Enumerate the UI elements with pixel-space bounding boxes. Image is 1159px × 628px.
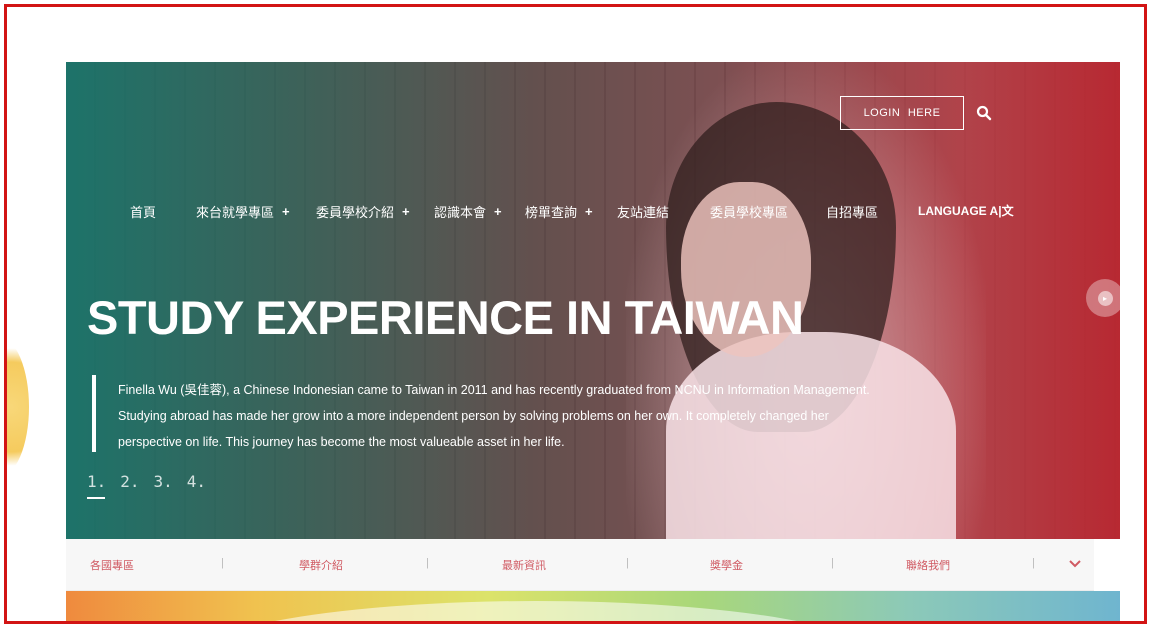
quote-bar	[92, 375, 96, 452]
slide-dot-4[interactable]: 4.	[187, 472, 206, 491]
login-button-label: LOGIN HERE	[863, 107, 941, 119]
slider-next-button[interactable]: ▸	[1086, 279, 1120, 317]
plus-icon: +	[585, 204, 593, 219]
slide-dot-1[interactable]: 1.	[87, 472, 106, 499]
quick-links-bar: 各國專區 | 學群介紹 | 最新資訊 | 獎學金 | 聯絡我們 |	[66, 539, 1094, 591]
quick-link-contact[interactable]: 聯絡我們	[906, 557, 950, 573]
nav-item-label: 認識本會	[434, 206, 487, 221]
hero-description: Finella Wu (吳佳蓉), a Chinese Indonesian c…	[118, 383, 870, 449]
nav-item-self-recruit[interactable]: 自招專區	[826, 202, 878, 221]
nav-item-label: 委員學校專區	[710, 206, 789, 221]
search-icon[interactable]	[976, 105, 992, 121]
hero-banner: LOGIN HERE 首頁 來台就學專區 + 委員學校介紹 + 認識本會 + 榜…	[66, 62, 1120, 539]
nav-item-member-school-area[interactable]: 委員學校專區	[710, 202, 788, 221]
quick-link-disciplines[interactable]: 學群介紹	[299, 557, 343, 573]
nav-item-study-in-taiwan[interactable]: 來台就學專區 +	[196, 202, 290, 221]
chevron-right-icon: ▸	[1097, 290, 1113, 306]
nav-item-label: 來台就學專區	[196, 206, 275, 221]
chevron-down-icon[interactable]	[1068, 559, 1082, 569]
nav-item-label: 友站連結	[617, 206, 670, 221]
decorative-blob	[7, 337, 29, 477]
separator: |	[426, 557, 429, 569]
plus-icon: +	[282, 204, 290, 219]
quick-link-countries[interactable]: 各國專區	[90, 557, 134, 573]
login-button[interactable]: LOGIN HERE	[840, 96, 964, 130]
page-frame: LOGIN HERE 首頁 來台就學專區 + 委員學校介紹 + 認識本會 + 榜…	[4, 4, 1147, 624]
plus-icon: +	[402, 204, 410, 219]
nav-item-label: 榜單查詢	[525, 206, 578, 221]
separator: |	[221, 557, 224, 569]
nav-item-member-schools[interactable]: 委員學校介紹 +	[316, 202, 410, 221]
separator: |	[1032, 557, 1035, 569]
nav-item-admission-list[interactable]: 榜單查詢 +	[525, 202, 593, 221]
nav-item-language[interactable]: LANGUAGE A|文	[918, 202, 1014, 219]
next-section-banner	[66, 591, 1120, 621]
nav-item-label: LANGUAGE A|文	[918, 204, 1014, 218]
quick-link-scholarship[interactable]: 獎學金	[710, 557, 743, 573]
slide-dot-3[interactable]: 3.	[154, 472, 173, 491]
separator: |	[831, 557, 834, 569]
separator: |	[626, 557, 629, 569]
nav-item-home[interactable]: 首頁	[130, 202, 156, 221]
plus-icon: +	[494, 204, 502, 219]
nav-item-links[interactable]: 友站連結	[617, 202, 669, 221]
nav-item-about[interactable]: 認識本會 +	[434, 202, 502, 221]
slider-pagination: 1. 2. 3. 4.	[87, 472, 206, 499]
nav-item-label: 委員學校介紹	[316, 206, 395, 221]
hero-title: STUDY EXPERIENCE IN TAIWAN	[87, 291, 804, 344]
quick-link-news[interactable]: 最新資訊	[502, 557, 546, 573]
nav-item-label: 首頁	[130, 206, 157, 221]
slide-dot-2[interactable]: 2.	[120, 472, 139, 491]
nav-item-label: 自招專區	[826, 206, 879, 221]
